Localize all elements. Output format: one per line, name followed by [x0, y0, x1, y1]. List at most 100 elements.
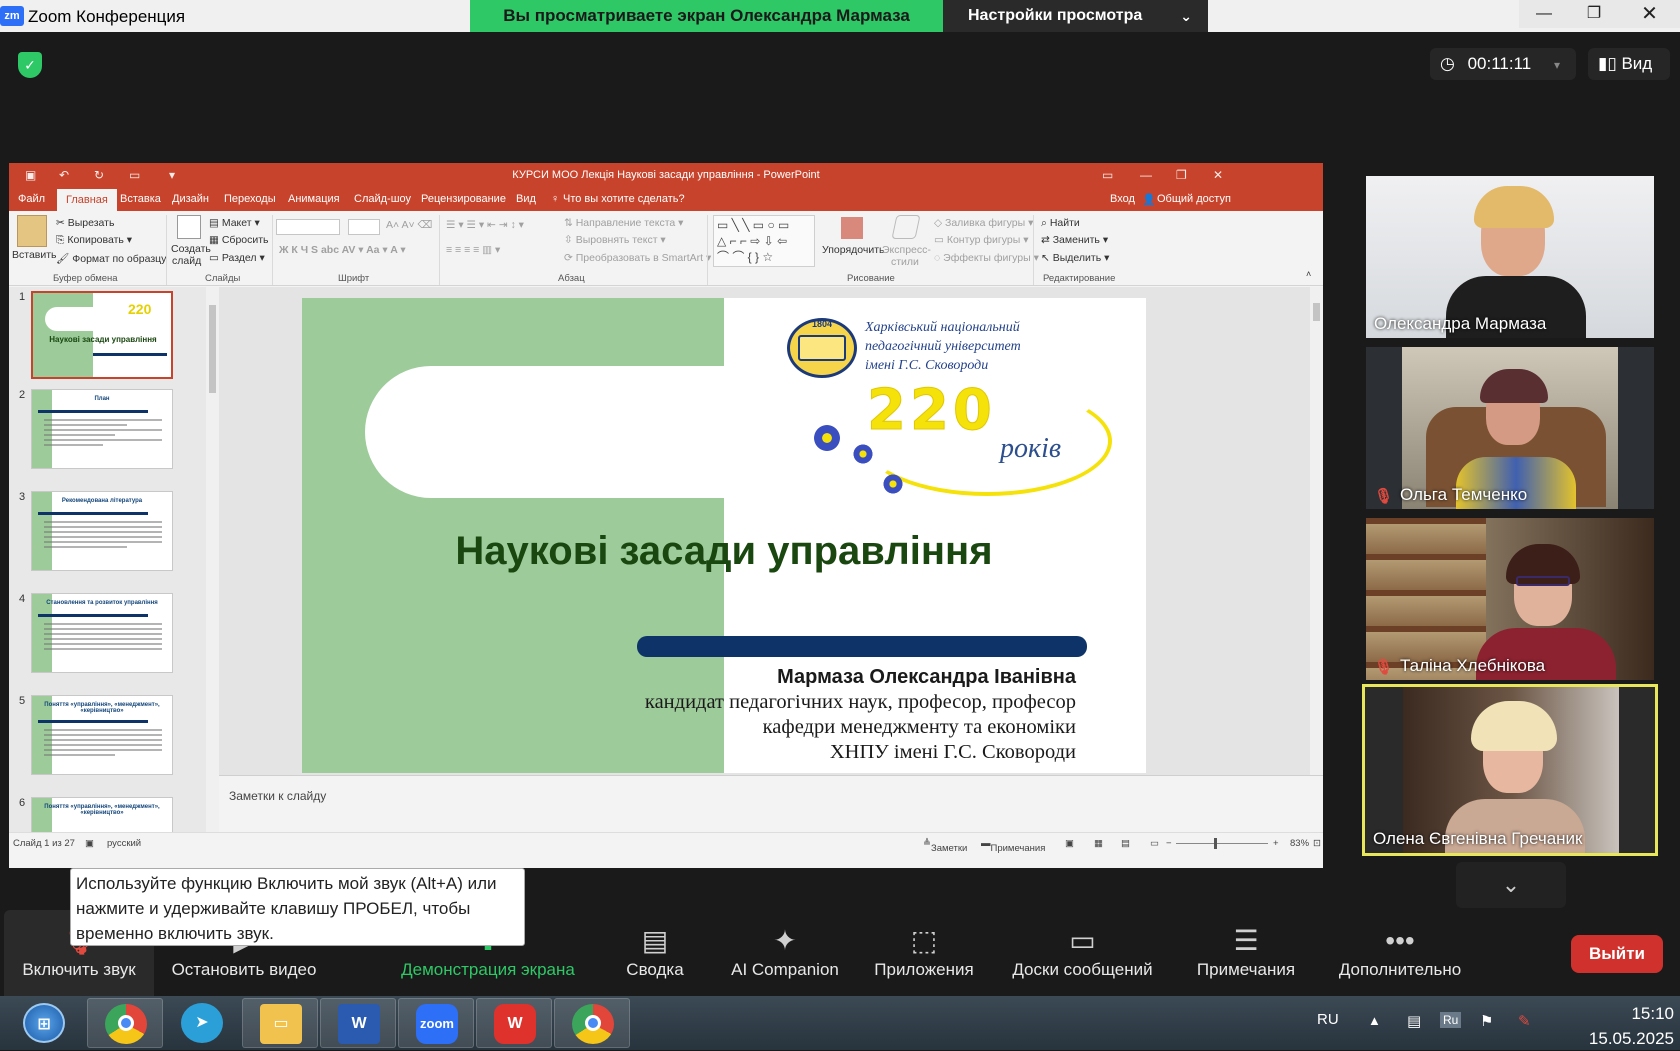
- tab-slideshow[interactable]: Слайд-шоу: [354, 193, 411, 205]
- minimize-button[interactable]: —: [1519, 0, 1569, 28]
- ppt-restore-button[interactable]: ❐: [1176, 168, 1187, 182]
- arrange-icon[interactable]: [841, 217, 863, 239]
- taskbar-explorer[interactable]: ▭: [242, 998, 318, 1048]
- meeting-timer[interactable]: ◷ 00:11:11 ▾: [1430, 48, 1576, 80]
- participant-video[interactable]: 🎙 Таліна Хлебнікова: [1366, 518, 1654, 680]
- replace-button[interactable]: ⇄ Заменить ▾: [1041, 234, 1108, 246]
- tell-me-search[interactable]: Что вы хотите сделать?: [563, 193, 685, 205]
- slide-thumbnail[interactable]: Поняття «управління», «менеджмент», «кер…: [31, 695, 173, 775]
- security-shield-icon[interactable]: ✓: [18, 52, 42, 78]
- tray-language-icon[interactable]: Ru: [1440, 1012, 1462, 1028]
- tab-view[interactable]: Вид: [516, 193, 536, 205]
- zoom-in-icon[interactable]: +: [1273, 838, 1279, 849]
- ppt-minimize-button[interactable]: —: [1140, 168, 1152, 182]
- collapse-ribbon-icon[interactable]: ˄: [1306, 269, 1311, 279]
- summary-button[interactable]: ▤ Сводка: [610, 910, 700, 996]
- share-link[interactable]: Общий доступ: [1157, 193, 1231, 205]
- shapes-gallery[interactable]: ▭ ╲ ╲ ▭ ○ ▭ △ ⌐ ⌐ ⇨ ⇩ ⇦ ⌒ ⌒ { } ☆: [713, 215, 815, 267]
- ai-companion-button[interactable]: ✦ AI Companion: [718, 910, 852, 996]
- new-slide-label-1[interactable]: Создать: [171, 243, 211, 255]
- ppt-close-button[interactable]: ✕: [1213, 168, 1223, 182]
- language-indicator[interactable]: русский: [107, 838, 141, 849]
- sign-in-link[interactable]: Вход: [1110, 193, 1135, 205]
- notes-button[interactable]: ☰ Примечания: [1187, 910, 1305, 996]
- leave-meeting-button[interactable]: Выйти: [1571, 935, 1663, 973]
- font-formatting-buttons[interactable]: Ж К Ч S abc AV ▾ Aa ▾ A ▾: [279, 244, 406, 256]
- list-buttons[interactable]: ☰ ▾ ☰ ▾ ⇤ ⇥ ↕ ▾: [446, 219, 524, 231]
- cut-button[interactable]: ✂ Вырезать: [56, 217, 114, 229]
- editor-scrollbar[interactable]: [1310, 287, 1323, 775]
- tab-review[interactable]: Рецензирование: [421, 193, 506, 205]
- taskbar-chrome-2[interactable]: [554, 998, 630, 1048]
- tab-home[interactable]: Главная: [57, 189, 117, 211]
- taskbar-word[interactable]: W: [320, 998, 396, 1048]
- notes-toggle[interactable]: ≜ Заметки: [923, 838, 967, 854]
- slide-thumbnail[interactable]: Поняття «управління», «менеджмент», «кер…: [31, 797, 173, 832]
- tab-design[interactable]: Дизайн: [172, 193, 209, 205]
- shape-fill-button[interactable]: ◇ Заливка фигуры ▾: [934, 217, 1033, 229]
- scrollbar-handle[interactable]: [1313, 303, 1320, 321]
- paste-icon[interactable]: [17, 215, 47, 247]
- layout-button[interactable]: ▤ Макет ▾: [209, 217, 260, 229]
- normal-view-icon[interactable]: ▣: [1065, 838, 1074, 849]
- grow-font-icon[interactable]: A˄ A˅ ⌫: [386, 219, 432, 231]
- format-painter-button[interactable]: 🖌 Формат по образцу: [56, 252, 166, 265]
- zoom-slider[interactable]: [1176, 838, 1268, 849]
- taskbar-wps[interactable]: W: [476, 998, 552, 1048]
- slideshow-view-icon[interactable]: ▭: [1150, 838, 1159, 849]
- tab-animations[interactable]: Анимация: [288, 193, 340, 205]
- select-button[interactable]: ↖ Выделить ▾: [1041, 252, 1109, 264]
- apps-button[interactable]: ⬚ Приложения: [864, 910, 984, 996]
- spellcheck-icon[interactable]: ▣: [85, 838, 94, 849]
- thumbnail-scrollbar[interactable]: [206, 287, 219, 832]
- network-warning-icon[interactable]: ✎: [1518, 1012, 1531, 1030]
- zoom-out-icon[interactable]: −: [1166, 838, 1172, 849]
- quick-styles-icon[interactable]: [891, 215, 921, 239]
- find-button[interactable]: ⌕ Найти: [1041, 217, 1080, 230]
- participant-video[interactable]: Олександра Мармаза: [1366, 176, 1654, 338]
- keyboard-language[interactable]: RU: [1317, 1011, 1339, 1028]
- shape-outline-button[interactable]: ▭ Контур фигуры ▾: [934, 234, 1028, 246]
- font-size-input[interactable]: [348, 219, 380, 235]
- tab-file[interactable]: Файл: [18, 193, 45, 205]
- text-direction-button[interactable]: ⇅ Направление текста ▾: [564, 217, 683, 229]
- tab-transitions[interactable]: Переходы: [224, 193, 276, 205]
- slide-thumbnail[interactable]: План: [31, 389, 173, 469]
- zoom-percent[interactable]: 83%: [1290, 838, 1309, 849]
- action-center-icon[interactable]: ▤: [1407, 1012, 1421, 1030]
- comments-toggle[interactable]: ▬ Примечания: [981, 838, 1045, 854]
- copy-button[interactable]: ⎘ Копировать ▾: [56, 234, 132, 247]
- tab-insert[interactable]: Вставка: [120, 193, 161, 205]
- slide-thumbnail[interactable]: 220 Наукові засади управління: [31, 291, 173, 379]
- font-name-input[interactable]: [276, 219, 340, 235]
- taskbar-chrome[interactable]: [87, 998, 163, 1048]
- close-button[interactable]: ✕: [1619, 0, 1680, 28]
- view-button[interactable]: ▮▯ Вид: [1588, 48, 1670, 80]
- flag-icon[interactable]: ⚑: [1480, 1012, 1493, 1030]
- new-slide-label-2[interactable]: слайд: [172, 255, 201, 267]
- more-button[interactable]: ••• Дополнительно: [1328, 910, 1472, 996]
- zoom-slider-thumb[interactable]: [1214, 838, 1217, 849]
- participant-video-active-speaker[interactable]: Олена Євгенівна Гречаник: [1362, 684, 1658, 856]
- slide-thumbnail[interactable]: Становлення та розвиток управління: [31, 593, 173, 673]
- reading-view-icon[interactable]: ▤: [1121, 838, 1130, 849]
- scroll-participants-down-button[interactable]: ⌄: [1456, 862, 1566, 908]
- taskbar-telegram[interactable]: ➤: [164, 998, 240, 1048]
- quick-styles-label-1[interactable]: Экспресс-: [882, 244, 931, 256]
- taskbar-zoom[interactable]: zoom: [398, 998, 474, 1048]
- slide-sorter-icon[interactable]: ▦: [1094, 838, 1103, 849]
- start-button[interactable]: ⊞: [6, 998, 82, 1048]
- quick-styles-label-2[interactable]: стили: [891, 256, 919, 268]
- section-button[interactable]: ▭ Раздел ▾: [209, 252, 265, 264]
- slide-thumbnail[interactable]: Рекомендована література: [31, 491, 173, 571]
- arrange-label[interactable]: Упорядочить: [822, 244, 884, 256]
- align-buttons[interactable]: ≡ ≡ ≡ ≡ ▥ ▾: [446, 244, 500, 256]
- ribbon-display-icon[interactable]: ▭: [1102, 168, 1113, 182]
- reset-button[interactable]: ▦ Сбросить: [209, 234, 269, 246]
- notes-pane[interactable]: Заметки к слайду: [219, 775, 1323, 832]
- whiteboards-button[interactable]: ▭ Доски сообщений: [1000, 910, 1165, 996]
- fit-slide-icon[interactable]: ⊡: [1313, 838, 1321, 849]
- show-hidden-icons[interactable]: ▲: [1368, 1013, 1381, 1028]
- new-slide-icon[interactable]: [177, 215, 201, 239]
- scrollbar-handle[interactable]: [209, 305, 216, 393]
